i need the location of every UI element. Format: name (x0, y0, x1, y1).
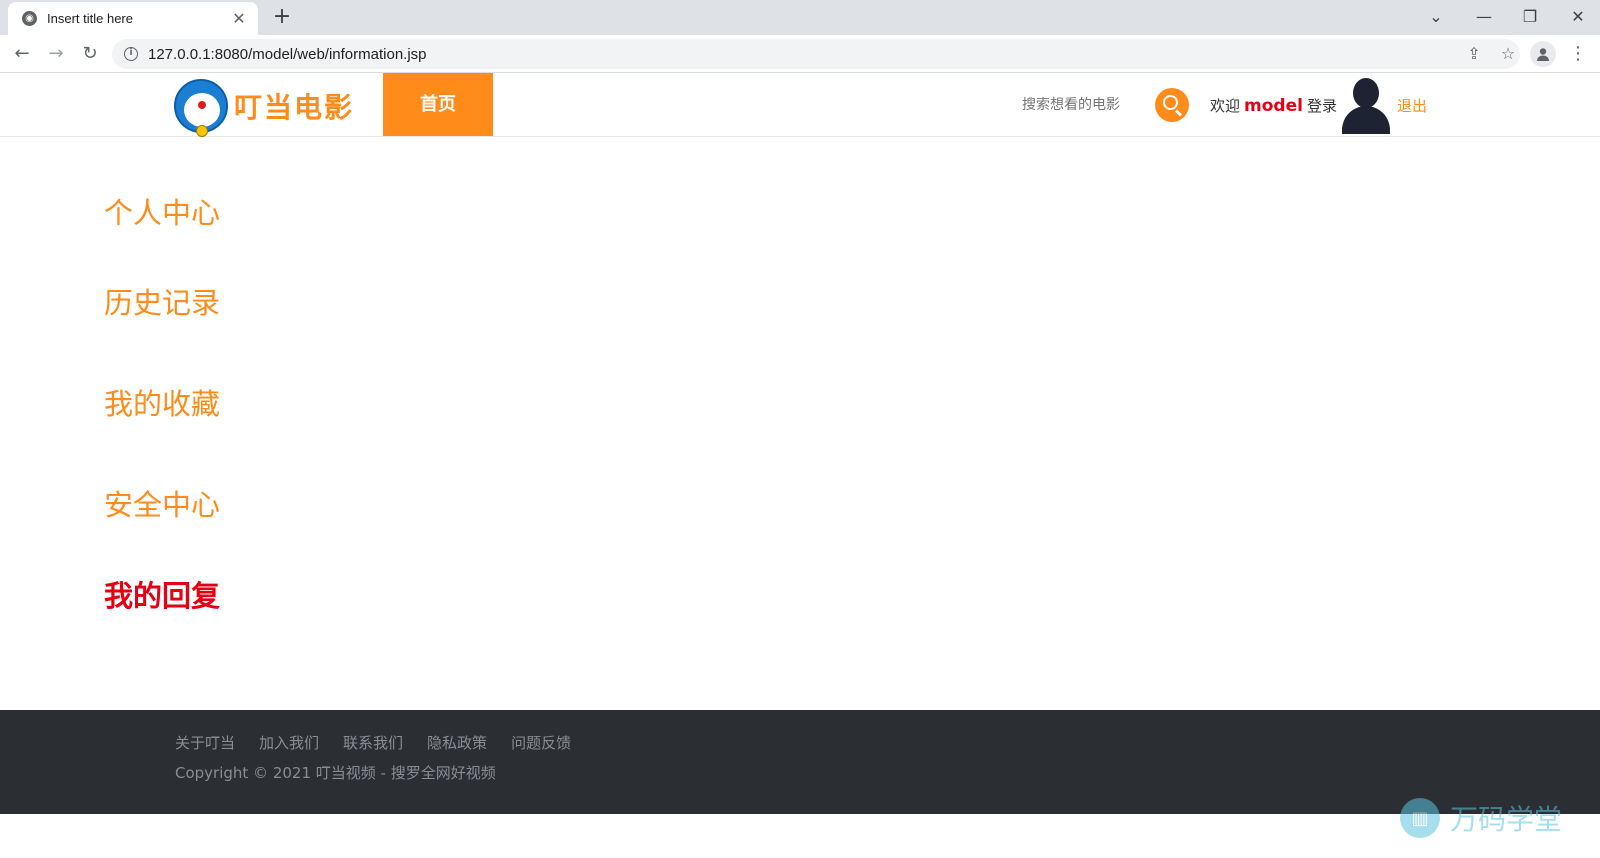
welcome-prefix: 欢迎 (1210, 97, 1241, 115)
menu-item-security[interactable]: 安全中心 (104, 482, 220, 524)
doraemon-logo-icon (174, 79, 228, 137)
omnibox[interactable]: i 127.0.0.1:8080/model/web/information.j… (112, 39, 1520, 69)
footer-link-privacy[interactable]: 隐私政策 (427, 732, 487, 753)
url-text[interactable]: 127.0.0.1:8080/model/web/information.jsp (148, 46, 427, 63)
brand-name: 叮当电影 (234, 91, 355, 124)
back-arrow-icon[interactable]: ← (8, 40, 36, 68)
footer-link-feedback[interactable]: 问题反馈 (511, 732, 571, 753)
site-footer: 关于叮当 加入我们 联系我们 隐私政策 问题反馈 Copyright © 202… (0, 710, 1600, 814)
close-window-button[interactable]: ✕ (1560, 4, 1596, 30)
share-icon[interactable]: ⇪ (1462, 39, 1486, 69)
search-button[interactable] (1155, 88, 1189, 122)
watermark-text: 万码学堂 (1450, 803, 1563, 836)
user-avatar[interactable] (1338, 76, 1394, 134)
username: model (1244, 96, 1303, 116)
copyright-text: Copyright © 2021 叮当视频 - 搜罗全网好视频 (175, 764, 496, 782)
site-header: 叮当电影 首页 欢迎model登录 退出 (0, 73, 1600, 137)
minimize-button[interactable]: — (1466, 4, 1502, 30)
menu-item-personal-center[interactable]: 个人中心 (104, 190, 220, 232)
browser-titlebar: ◉ Insert title here ✕ + ⌄ — ❐ ✕ (0, 0, 1600, 35)
reload-icon[interactable]: ↻ (76, 40, 104, 68)
login-link[interactable]: 登录 (1307, 97, 1337, 115)
menu-item-my-replies[interactable]: 我的回复 (104, 573, 220, 615)
menu-item-favorites[interactable]: 我的收藏 (104, 381, 220, 423)
new-tab-button[interactable]: + (270, 6, 294, 30)
search-icon (1163, 95, 1178, 110)
site-info-icon[interactable]: i (124, 47, 138, 61)
menu-item-history[interactable]: 历史记录 (104, 280, 220, 322)
bookmark-star-icon[interactable]: ☆ (1496, 39, 1520, 69)
address-bar: ← → ↻ i 127.0.0.1:8080/model/web/informa… (0, 35, 1600, 73)
welcome-text: 欢迎 model 登录 (1210, 95, 1337, 116)
watermark-logo-icon: ▥ (1400, 798, 1440, 838)
watermark: ▥ 万码学堂 (1400, 798, 1562, 838)
globe-icon: ◉ (22, 11, 37, 26)
profile-avatar-icon[interactable] (1530, 41, 1556, 67)
tab-title: Insert title here (47, 11, 133, 26)
logout-link[interactable]: 退出 (1397, 95, 1427, 116)
footer-link-join[interactable]: 加入我们 (259, 732, 319, 753)
footer-links: 关于叮当 加入我们 联系我们 隐私政策 问题反馈 (175, 732, 571, 753)
tab-search-icon[interactable]: ⌄ (1418, 4, 1454, 30)
site-logo[interactable]: 叮当电影 (174, 77, 359, 137)
search-input[interactable] (1020, 95, 1130, 115)
footer-link-contact[interactable]: 联系我们 (343, 732, 403, 753)
browser-tab[interactable]: ◉ Insert title here ✕ (8, 2, 258, 35)
close-tab-icon[interactable]: ✕ (230, 9, 248, 28)
forward-arrow-icon[interactable]: → (42, 40, 70, 68)
nav-home-button[interactable]: 首页 (383, 73, 493, 136)
browser-menu-icon[interactable]: ⋮ (1568, 40, 1588, 68)
footer-link-about[interactable]: 关于叮当 (175, 732, 235, 753)
restore-button[interactable]: ❐ (1512, 4, 1548, 30)
